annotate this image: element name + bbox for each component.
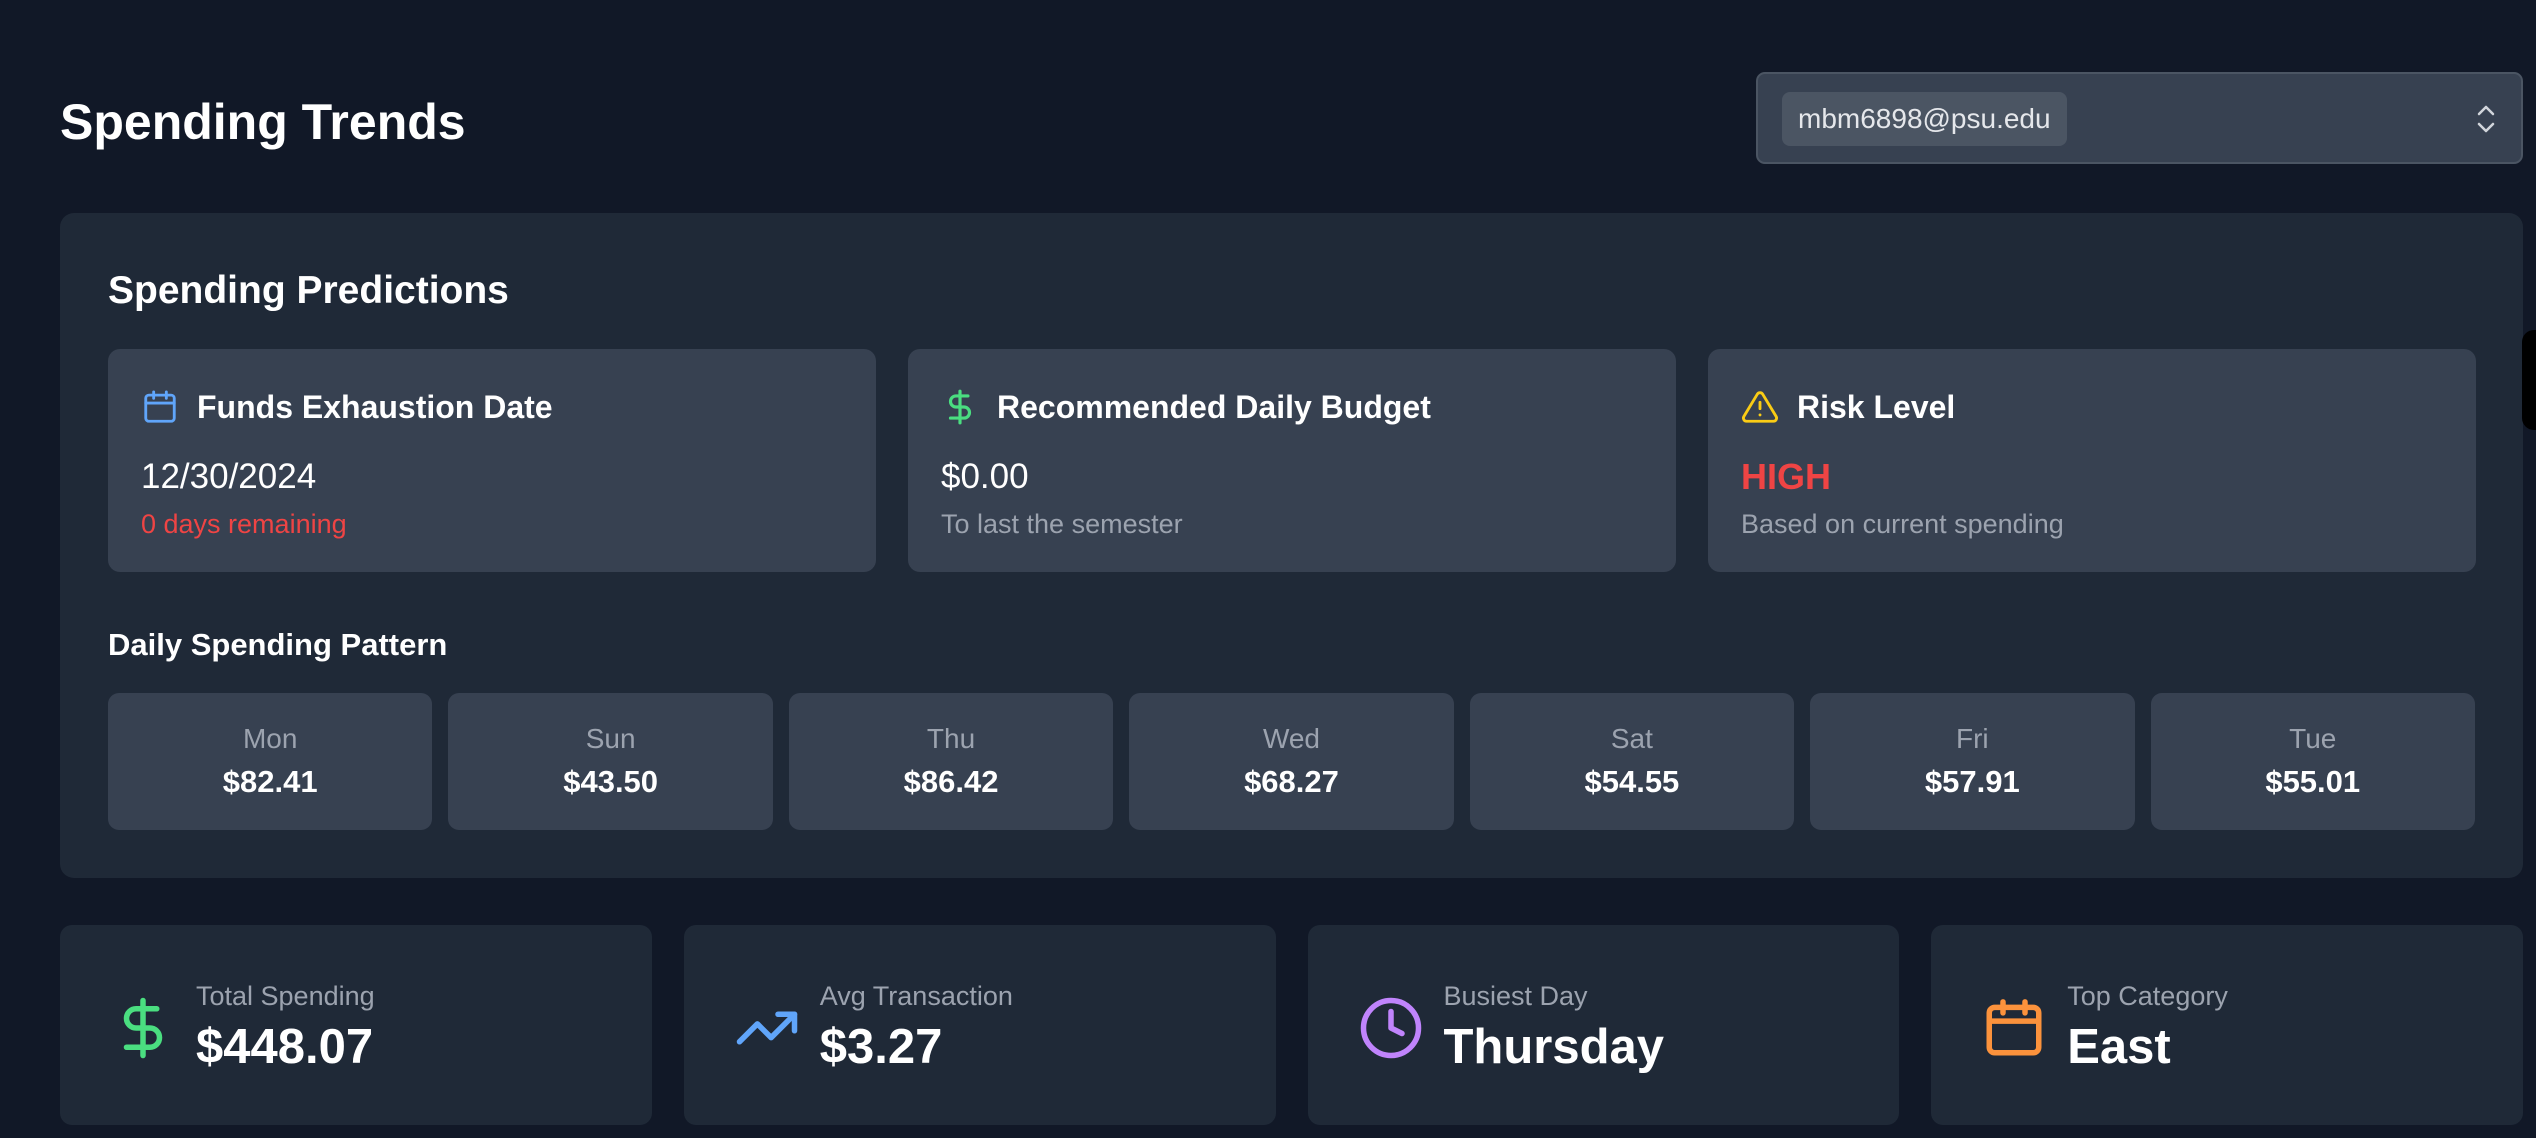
day-card: Sun $43.50 xyxy=(448,693,773,830)
total-spending-card: Total Spending $448.07 xyxy=(60,925,652,1125)
risk-level-card: Risk Level HIGH Based on current spendin… xyxy=(1708,349,2476,572)
card-title: Recommended Daily Budget xyxy=(997,389,1431,425)
day-name: Wed xyxy=(1262,722,1321,754)
top-category-card: Top Category East xyxy=(1931,925,2523,1125)
day-name: Fri xyxy=(1955,722,1989,754)
stat-value: Thursday xyxy=(1443,1020,1665,1074)
day-amount: $82.41 xyxy=(222,763,318,799)
daily-pattern-title: Daily Spending Pattern xyxy=(108,627,448,662)
calendar-icon xyxy=(1986,999,2042,1056)
daily-budget-note: To last the semester xyxy=(941,509,1183,539)
card-title: Risk Level xyxy=(1797,389,1956,425)
card-header: Funds Exhaustion Date xyxy=(141,385,553,429)
card-title: Funds Exhaustion Date xyxy=(197,389,553,425)
stat-label: Total Spending xyxy=(196,981,375,1011)
daily-budget-value: $0.00 xyxy=(941,457,1029,496)
funds-exhaustion-card: Funds Exhaustion Date 12/30/2024 0 days … xyxy=(108,349,876,572)
day-name: Sun xyxy=(585,722,636,754)
stat-label: Busiest Day xyxy=(1443,981,1588,1011)
chevron-up-down-icon xyxy=(2477,105,2495,133)
day-amount: $86.42 xyxy=(903,763,999,799)
days-remaining: 0 days remaining xyxy=(141,509,347,539)
stat-value: $3.27 xyxy=(819,1020,943,1074)
section-title: Spending Predictions xyxy=(108,269,509,312)
card-header: Recommended Daily Budget xyxy=(941,385,1431,429)
day-name: Mon xyxy=(242,722,298,754)
day-name: Sat xyxy=(1610,722,1653,754)
daily-pattern-list: Mon $82.41 Sun $43.50 Thu $86.42 Wed $68… xyxy=(108,693,2475,830)
day-amount: $68.27 xyxy=(1244,763,1339,799)
warning-icon xyxy=(1742,391,1778,423)
stat-value: $448.07 xyxy=(196,1020,374,1074)
day-amount: $43.50 xyxy=(563,763,659,799)
day-card: Sat $54.55 xyxy=(1469,693,1795,830)
page-title: Spending Trends xyxy=(60,94,466,150)
daily-budget-card: Recommended Daily Budget $0.00 To last t… xyxy=(908,349,1676,572)
spending-predictions-panel: Spending Predictions Funds Exhaustion Da… xyxy=(60,213,2523,878)
calendar-icon xyxy=(144,390,176,423)
summary-stats: Total Spending $448.07 Avg Transaction $… xyxy=(60,925,2523,1125)
day-card: Mon $82.41 xyxy=(108,693,433,830)
day-card: Fri $57.91 xyxy=(1810,693,2135,830)
card-header: Risk Level xyxy=(1741,385,1955,429)
risk-level-value: HIGH xyxy=(1741,456,1831,497)
spending-trends-page: Spending Trends mbm6898@psu.edu Spending… xyxy=(0,0,2536,1138)
day-amount: $54.55 xyxy=(1584,763,1680,799)
user-select[interactable]: mbm6898@psu.edu xyxy=(1756,72,2523,164)
dollar-icon xyxy=(123,997,163,1059)
stat-value: East xyxy=(2067,1020,2171,1074)
day-name: Tue xyxy=(2289,722,2337,754)
day-amount: $57.91 xyxy=(1924,763,2020,799)
day-card: Tue $55.01 xyxy=(2150,693,2475,830)
exhaustion-date: 12/30/2024 xyxy=(141,457,317,496)
day-card: Thu $86.42 xyxy=(788,693,1114,830)
user-email-chip: mbm6898@psu.edu xyxy=(1782,92,2067,146)
risk-level-note: Based on current spending xyxy=(1741,509,2064,539)
trending-up-icon xyxy=(736,1011,797,1045)
stat-label: Top Category xyxy=(2067,981,2228,1011)
day-name: Thu xyxy=(926,722,976,754)
stat-label: Avg Transaction xyxy=(819,981,1013,1011)
side-panel-tab[interactable] xyxy=(2522,330,2536,430)
day-card: Wed $68.27 xyxy=(1129,693,1454,830)
busiest-day-card: Busiest Day Thursday xyxy=(1307,925,1900,1125)
day-amount: $55.01 xyxy=(2265,763,2361,799)
avg-transaction-card: Avg Transaction $3.27 xyxy=(683,925,1276,1125)
dollar-icon xyxy=(948,389,971,425)
clock-icon xyxy=(1360,997,1421,1059)
